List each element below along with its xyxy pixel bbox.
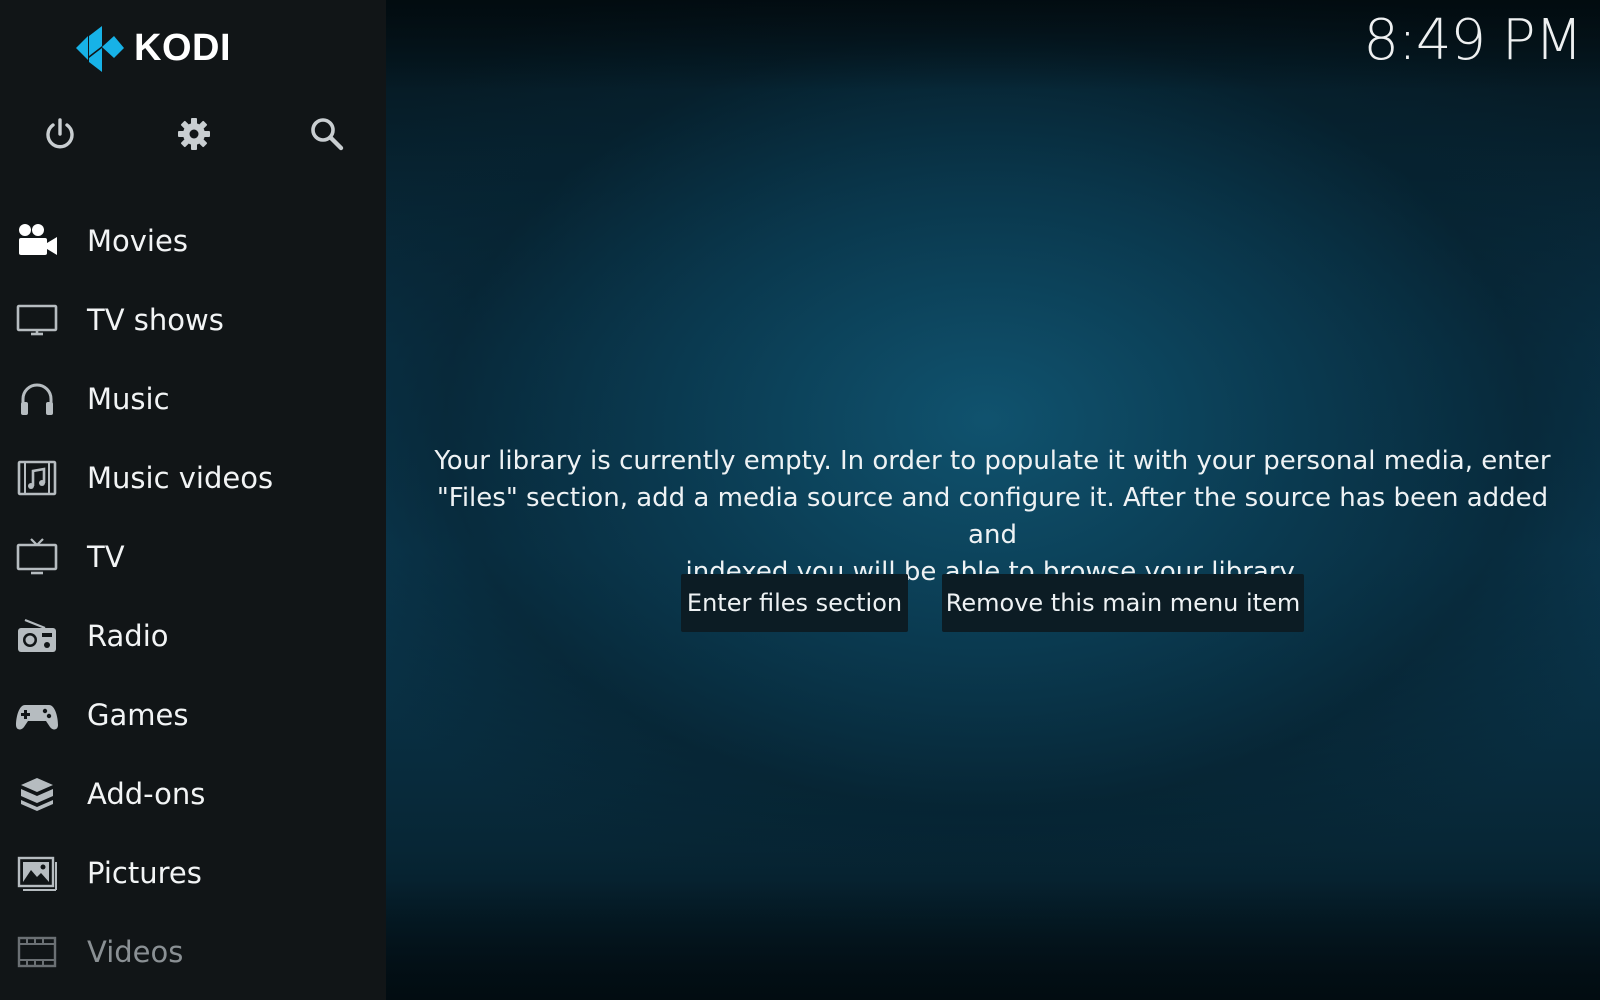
menu-item-label: Add-ons — [87, 776, 206, 811]
menu-item-label: Pictures — [87, 855, 202, 890]
menu-item-label: Videos — [87, 934, 184, 969]
menu-item-label: Music videos — [87, 460, 274, 495]
menu-item-addons[interactable]: Add-ons — [0, 754, 386, 833]
enter-files-section-button[interactable]: Enter files section — [681, 574, 908, 632]
tv-icon — [14, 534, 60, 580]
addons-icon — [14, 771, 60, 817]
games-icon — [14, 692, 60, 738]
search-button[interactable] — [301, 108, 353, 160]
kodi-logo-icon — [76, 26, 124, 72]
menu-item-label: TV — [87, 539, 125, 574]
settings-button[interactable] — [168, 108, 220, 160]
remove-menu-item-button[interactable]: Remove this main menu item — [942, 574, 1304, 632]
menu-item-pictures[interactable]: Pictures — [0, 833, 386, 912]
menu-item-games[interactable]: Games — [0, 675, 386, 754]
pictures-icon — [14, 850, 60, 896]
menu-item-label: Music — [87, 381, 170, 416]
message-line: Your library is currently empty. In orde… — [434, 446, 1551, 476]
power-icon — [46, 118, 74, 149]
music-icon — [14, 376, 60, 422]
movies-icon — [14, 218, 60, 264]
power-button[interactable] — [34, 108, 86, 160]
music-videos-icon — [14, 455, 60, 501]
message-line: "Files" section, add a media source and … — [436, 483, 1549, 550]
menu-item-music-videos[interactable]: Music videos — [0, 438, 386, 517]
settings-icon — [178, 118, 210, 150]
menu-item-videos[interactable]: Videos — [0, 912, 386, 991]
tv-shows-icon — [14, 297, 60, 343]
menu-item-tv-shows[interactable]: TV shows — [0, 280, 386, 359]
menu-item-label: TV shows — [87, 302, 224, 337]
menu-item-music[interactable]: Music — [0, 359, 386, 438]
empty-library-message: Your library is currently empty. In orde… — [430, 443, 1555, 591]
sidebar: KODI Movies TV shows Music Music videos … — [0, 0, 386, 1000]
kodi-logo[interactable]: KODI — [72, 22, 231, 74]
top-icon-bar — [0, 108, 386, 160]
kodi-logo-text: KODI — [134, 26, 231, 69]
menu-item-movies[interactable]: Movies — [0, 201, 386, 280]
search-icon — [311, 118, 344, 151]
clock: 8:49 PM — [1363, 8, 1583, 73]
menu-item-label: Movies — [87, 223, 188, 258]
menu-item-label: Games — [87, 697, 189, 732]
action-buttons: Enter files section Remove this main men… — [0, 574, 1600, 632]
kodi-home-screen: KODI Movies TV shows Music Music videos … — [0, 0, 1600, 1000]
videos-icon — [14, 929, 60, 975]
